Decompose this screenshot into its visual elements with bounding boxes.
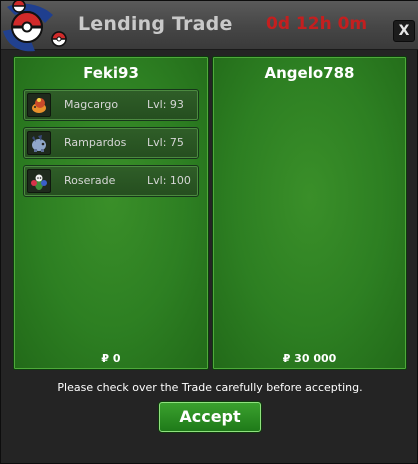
pokeball-emblem-icon [3, 1, 67, 52]
left-money-offer: ₽ 0 [101, 352, 121, 365]
pokemon-slot[interactable]: Rampardos Lvl: 75 [23, 127, 199, 159]
title-bar[interactable]: Lending Trade 0d 12h 0m X [1, 1, 418, 52]
right-trade-panel: Angelo788 ₽ 30 000 [212, 56, 407, 370]
trade-notice: Please check over the Trade carefully be… [57, 381, 363, 394]
left-trade-panel: Feki93 Magcargo Lvl: 93 Rampardos Lvl: 7… [13, 56, 209, 370]
rampardos-sprite-icon [27, 131, 51, 155]
right-money-offer: ₽ 30 000 [282, 352, 337, 365]
roserade-sprite-icon [27, 169, 51, 193]
window-title: Lending Trade [78, 13, 233, 35]
pokemon-level: Lvl: 75 [147, 136, 184, 149]
pokemon-name: Roserade [64, 174, 116, 187]
pokemon-level: Lvl: 100 [147, 174, 191, 187]
pokemon-name: Rampardos [64, 136, 127, 149]
lending-trade-window: Lending Trade 0d 12h 0m X Feki93 Magcarg… [0, 0, 418, 464]
pokemon-slot[interactable]: Roserade Lvl: 100 [23, 165, 199, 197]
left-owner-name: Feki93 [83, 64, 139, 82]
pokemon-level: Lvl: 93 [147, 98, 184, 111]
right-owner-name: Angelo788 [264, 64, 355, 82]
magcargo-sprite-icon [27, 93, 51, 117]
close-button[interactable]: X [393, 20, 415, 42]
pokemon-name: Magcargo [64, 98, 119, 111]
accept-button[interactable]: Accept [159, 402, 261, 432]
trade-timer: 0d 12h 0m [266, 14, 368, 34]
pokemon-slot[interactable]: Magcargo Lvl: 93 [23, 89, 199, 121]
